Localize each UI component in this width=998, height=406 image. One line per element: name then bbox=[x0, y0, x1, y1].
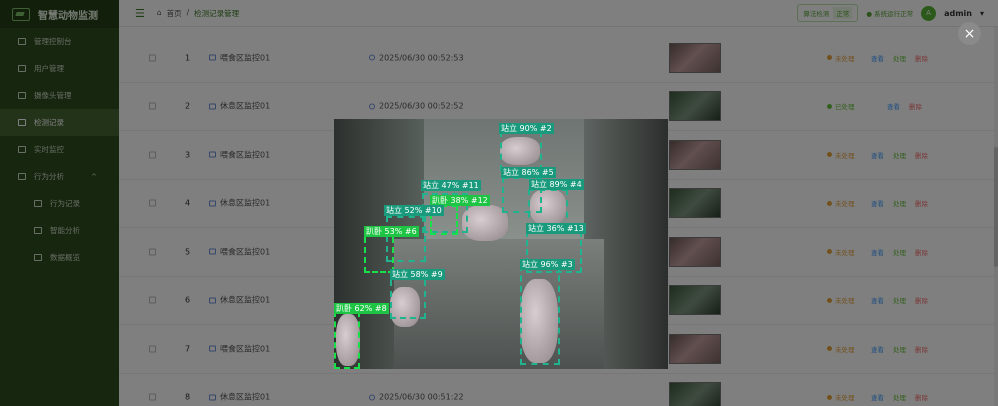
close-icon[interactable]: × bbox=[958, 22, 981, 45]
pig bbox=[462, 205, 508, 241]
detection-label: 站立 58% #9 bbox=[390, 269, 445, 280]
pig bbox=[336, 314, 360, 366]
detection-image-preview: 站立 90% #2 站立 86% #5 站立 89% #4 站立 47% #11… bbox=[334, 119, 668, 369]
app-root: 智慧动物监测 管理控制台 用户管理 摄像头管理 检测记录 实时监控 行为分析^ … bbox=[0, 0, 998, 406]
detection-label: 趴卧 62% #8 bbox=[334, 303, 389, 314]
detection-label: 站立 47% #11 bbox=[421, 180, 481, 191]
detection-label: 站立 86% #5 bbox=[501, 167, 556, 178]
detection-label: 站立 96% #3 bbox=[520, 259, 575, 270]
detection-label: 站立 90% #2 bbox=[499, 123, 554, 134]
pig bbox=[520, 279, 558, 363]
detection-label: 站立 52% #10 bbox=[384, 205, 444, 216]
pig bbox=[500, 137, 540, 165]
pig bbox=[390, 287, 420, 327]
detection-label: 趴卧 53% #6 bbox=[364, 226, 419, 237]
pig bbox=[530, 189, 566, 225]
detection-label: 站立 36% #13 bbox=[526, 223, 586, 234]
detection-label: 站立 89% #4 bbox=[529, 179, 584, 190]
